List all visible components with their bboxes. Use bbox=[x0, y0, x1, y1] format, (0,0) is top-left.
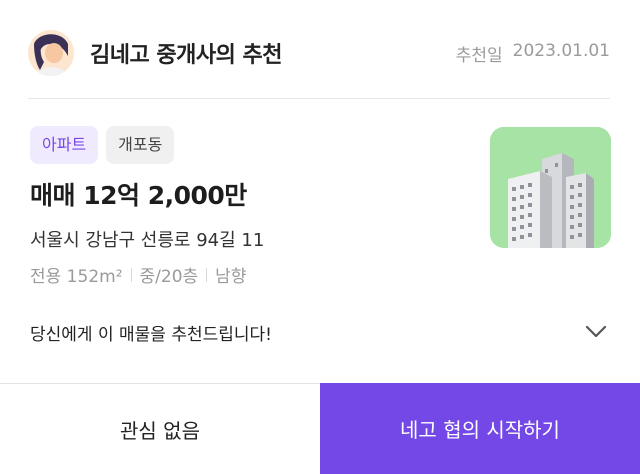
expand-toggle[interactable] bbox=[582, 320, 610, 344]
listing-direction: 남향 bbox=[215, 267, 247, 287]
building-icon bbox=[490, 127, 611, 248]
listing-area: 전용 152m² bbox=[30, 267, 123, 287]
detail-separator bbox=[206, 267, 208, 282]
avatar bbox=[28, 30, 74, 76]
recommendation-card: 김네고 중개사의 추천 추천일 2023.01.01 아파트 개포동 매매 12… bbox=[0, 0, 640, 474]
recommendation-message: 당신에게 이 매물을 추천드립니다! bbox=[30, 325, 272, 345]
listing-price: 매매 12억 2,000만 bbox=[30, 181, 247, 210]
agent-avatar-illustration bbox=[28, 30, 74, 76]
property-type-tag: 아파트 bbox=[30, 126, 99, 164]
recommend-date-value: 2023.01.01 bbox=[512, 40, 610, 61]
listing-address: 서울시 강남구 선릉로 94길 11 bbox=[30, 230, 265, 251]
header-divider bbox=[28, 98, 610, 99]
not-interested-button[interactable]: 관심 없음 bbox=[0, 383, 320, 474]
action-footer: 관심 없음 네고 협의 시작하기 bbox=[0, 383, 640, 474]
detail-separator bbox=[130, 267, 132, 282]
agent-recommendation-title: 김네고 중개사의 추천 bbox=[90, 43, 282, 68]
neighborhood-tag: 개포동 bbox=[106, 126, 175, 164]
chevron-down-icon bbox=[585, 325, 607, 338]
listing-floor: 중/20층 bbox=[139, 267, 199, 287]
card-header: 김네고 중개사의 추천 추천일 2023.01.01 bbox=[28, 28, 610, 78]
recommend-date: 추천일 2023.01.01 bbox=[456, 41, 610, 66]
property-tags: 아파트 개포동 bbox=[30, 126, 175, 164]
recommend-date-label: 추천일 bbox=[455, 45, 503, 66]
listing-details: 전용 152m² 중/20층 남향 bbox=[30, 262, 246, 287]
start-negotiation-button[interactable]: 네고 협의 시작하기 bbox=[320, 383, 640, 474]
property-thumbnail[interactable] bbox=[490, 127, 611, 248]
